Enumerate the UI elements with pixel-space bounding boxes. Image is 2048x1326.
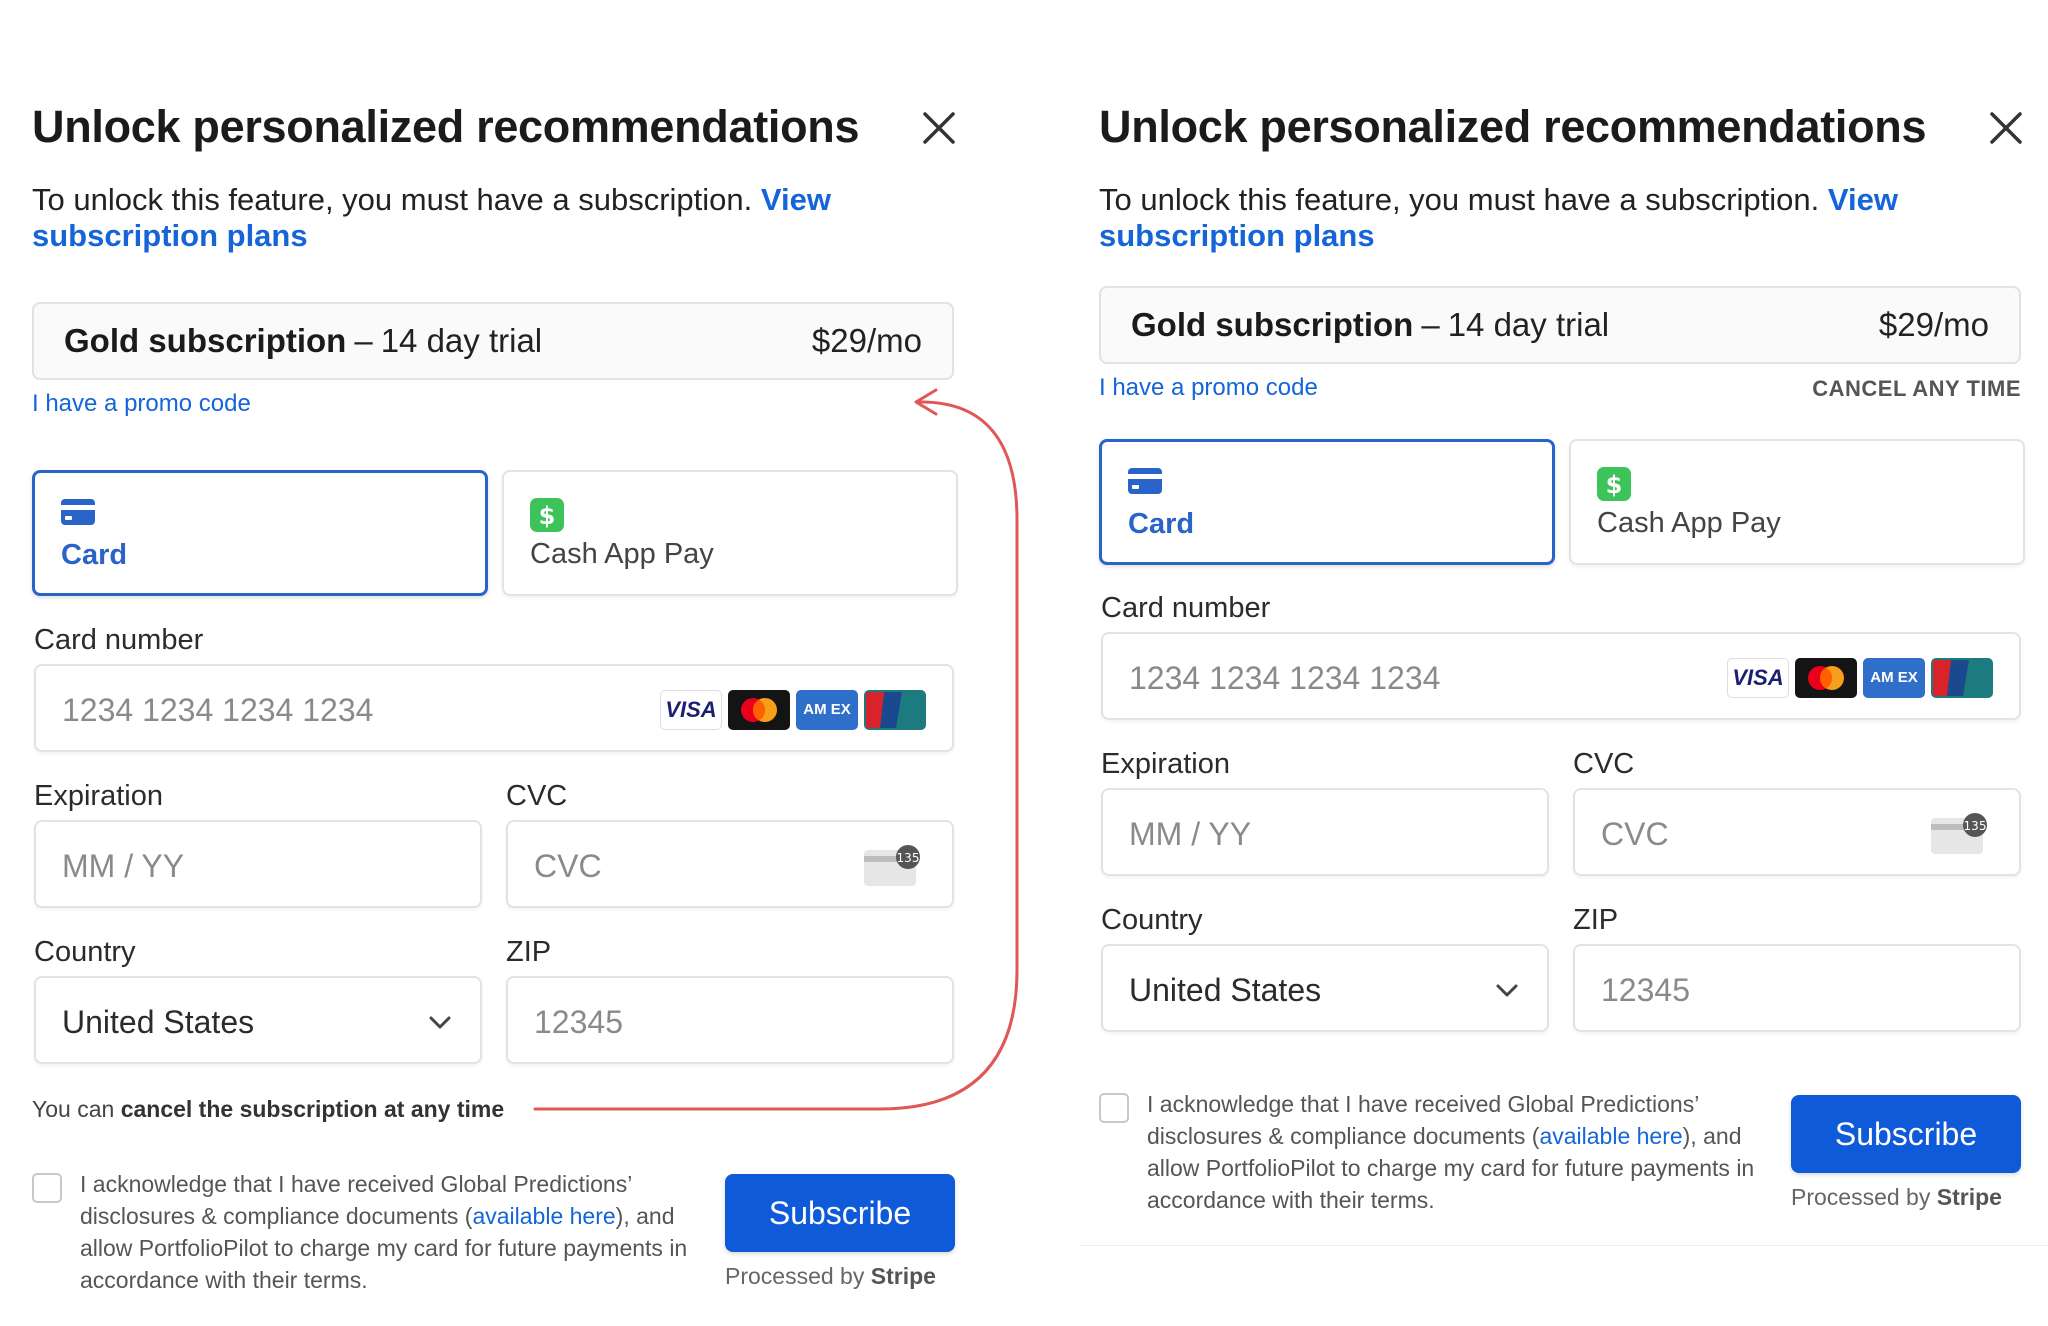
- right-modal-variant: Unlock personalized recommendations To u…: [1099, 0, 2048, 1326]
- tab-cash-app-pay-label: Cash App Pay: [1597, 507, 1781, 539]
- close-button[interactable]: [1984, 106, 2028, 150]
- cashapp-icon: $: [530, 498, 564, 532]
- processed-by-stripe: Processed by Stripe: [1791, 1184, 2002, 1210]
- zip-input[interactable]: 12345: [506, 976, 954, 1064]
- country-label: Country: [1101, 904, 1203, 936]
- intro-text: To unlock this feature, you must have a …: [32, 182, 831, 253]
- svg-text:135: 135: [1964, 819, 1987, 833]
- expiration-label: Expiration: [34, 780, 163, 812]
- tab-cash-app-pay-label: Cash App Pay: [530, 538, 714, 570]
- cancel-note-bold: cancel the subscription at any time: [120, 1096, 505, 1122]
- acknowledge-checkbox[interactable]: [32, 1173, 62, 1203]
- acknowledge-text: I acknowledge that I have received Globa…: [80, 1171, 688, 1293]
- card-number-label: Card number: [34, 624, 204, 656]
- plan-summary: Gold subscription – 14 day trial $29/mo: [32, 302, 954, 380]
- left-modal-variant: Unlock personalized recommendations To u…: [32, 0, 992, 1326]
- cancel-note: You can cancel the subscription at any t…: [32, 1096, 505, 1122]
- tab-card[interactable]: Card: [32, 470, 488, 596]
- modal-title: Unlock personalized recommendations: [32, 101, 860, 152]
- processed-by-stripe: Processed by Stripe: [725, 1263, 936, 1289]
- acknowledge-checkbox[interactable]: [1099, 1093, 1129, 1123]
- available-here-link[interactable]: available here: [1539, 1123, 1682, 1149]
- cvc-placeholder: CVC: [1601, 816, 1669, 852]
- country-select[interactable]: United States: [34, 976, 482, 1064]
- acknowledge-text: I acknowledge that I have received Globa…: [1147, 1091, 1755, 1213]
- zip-label: ZIP: [506, 936, 552, 968]
- unionpay-icon: [864, 690, 926, 730]
- cancel-any-time-label: CANCEL ANY TIME: [1812, 376, 2021, 401]
- plan-name: Gold subscription: [64, 322, 347, 359]
- promo-code-link[interactable]: I have a promo code: [32, 390, 251, 418]
- zip-placeholder: 12345: [534, 1004, 623, 1040]
- plan-name: Gold subscription: [1131, 306, 1414, 343]
- modal-title: Unlock personalized recommendations: [1099, 101, 1927, 152]
- cvc-card-icon: 135: [864, 845, 920, 886]
- card-brands: VISA AM EX: [1727, 658, 1993, 698]
- tab-cash-app-pay[interactable]: $ Cash App Pay: [1569, 439, 2025, 565]
- zip-placeholder: 12345: [1601, 972, 1690, 1008]
- close-icon: [1990, 112, 2022, 144]
- card-icon: [61, 499, 95, 525]
- subscribe-button[interactable]: Subscribe: [725, 1174, 955, 1252]
- tab-cash-app-pay[interactable]: $ Cash App Pay: [502, 470, 958, 596]
- card-number-label: Card number: [1101, 592, 1271, 624]
- chevron-down-icon: [1496, 984, 1518, 997]
- card-number-input[interactable]: 1234 1234 1234 1234 VISA AM EX: [1101, 632, 2021, 720]
- zip-input[interactable]: 12345: [1573, 944, 2021, 1032]
- plan-summary: Gold subscription – 14 day trial $29/mo: [1099, 286, 2021, 364]
- intro-text: To unlock this feature, you must have a …: [1099, 182, 1898, 253]
- tab-card-label: Card: [61, 539, 128, 571]
- svg-text:$: $: [539, 502, 556, 530]
- card-icon: [1128, 468, 1162, 494]
- cvc-label: CVC: [1573, 748, 1635, 780]
- card-number-placeholder: 1234 1234 1234 1234: [1129, 660, 1441, 696]
- mastercard-icon: [1795, 658, 1857, 698]
- subscribe-button[interactable]: Subscribe: [1791, 1095, 2021, 1173]
- country-select[interactable]: United States: [1101, 944, 1549, 1032]
- country-value: United States: [62, 1004, 255, 1040]
- plan-separator: –: [1421, 306, 1440, 343]
- card-brands: VISA AM EX: [660, 690, 926, 730]
- plan-price: $29/mo: [1878, 306, 1989, 343]
- card-number-input[interactable]: 1234 1234 1234 1234 VISA AM EX: [34, 664, 954, 752]
- cvc-label: CVC: [506, 780, 568, 812]
- expiration-input[interactable]: MM / YY: [1101, 788, 1549, 876]
- visa-icon: VISA: [1727, 658, 1789, 698]
- country-label: Country: [34, 936, 136, 968]
- cvc-card-icon: 135: [1931, 813, 1987, 854]
- tab-card-label: Card: [1128, 508, 1195, 540]
- cvc-placeholder: CVC: [534, 848, 602, 884]
- plan-trial: 14 day trial: [1447, 306, 1610, 343]
- svg-text:$: $: [1606, 471, 1623, 499]
- tab-card[interactable]: Card: [1099, 439, 1555, 565]
- cashapp-icon: $: [1597, 467, 1631, 501]
- promo-code-link[interactable]: I have a promo code: [1099, 374, 1318, 402]
- panel-divider: [1080, 1245, 2048, 1246]
- mastercard-icon: [728, 690, 790, 730]
- unionpay-icon: [1931, 658, 1993, 698]
- amex-icon: AM EX: [796, 690, 858, 730]
- close-button[interactable]: [917, 106, 961, 150]
- visa-icon: VISA: [660, 690, 722, 730]
- expiration-label: Expiration: [1101, 748, 1230, 780]
- amex-icon: AM EX: [1863, 658, 1925, 698]
- chevron-down-icon: [429, 1016, 451, 1029]
- plan-price: $29/mo: [811, 322, 922, 359]
- close-icon: [923, 112, 955, 144]
- cvc-input[interactable]: CVC 135: [506, 820, 954, 908]
- expiration-placeholder: MM / YY: [62, 848, 185, 884]
- svg-text:135: 135: [897, 851, 920, 865]
- plan-separator: –: [354, 322, 373, 359]
- cvc-input[interactable]: CVC 135: [1573, 788, 2021, 876]
- plan-trial: 14 day trial: [380, 322, 543, 359]
- expiration-placeholder: MM / YY: [1129, 816, 1252, 852]
- country-value: United States: [1129, 972, 1322, 1008]
- card-number-placeholder: 1234 1234 1234 1234: [62, 692, 374, 728]
- available-here-link[interactable]: available here: [472, 1203, 615, 1229]
- expiration-input[interactable]: MM / YY: [34, 820, 482, 908]
- zip-label: ZIP: [1573, 904, 1619, 936]
